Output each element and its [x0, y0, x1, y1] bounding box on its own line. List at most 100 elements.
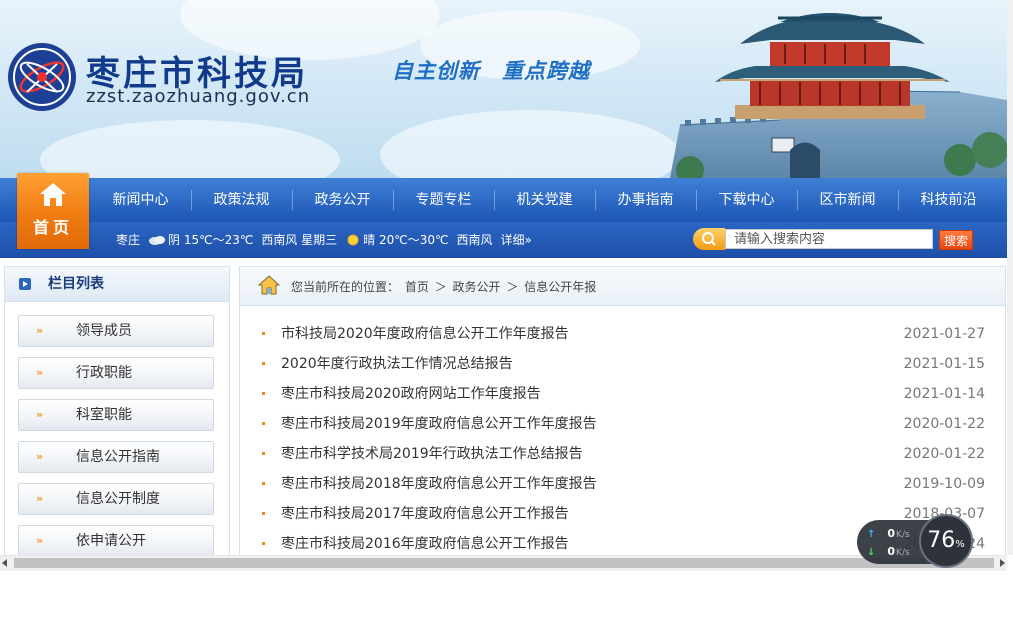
nav-item-frontier[interactable]: 科技前沿 [898, 178, 999, 222]
bullet-icon [262, 542, 265, 545]
breadcrumb-prefix: 您当前所在的位置： [291, 280, 400, 294]
weather-today-wind: 西南风 星期三 [261, 233, 338, 247]
sidebar-header: 栏目列表 [5, 267, 229, 302]
weather-today: 阴 15℃～23℃ [168, 233, 254, 247]
breadcrumb-item-current[interactable]: 信息公开年报 [524, 280, 596, 294]
sidebar-item-disclosure-guide[interactable]: » 信息公开指南 [18, 441, 214, 473]
list-item[interactable]: 2020年度行政执法工作情况总结报告 2021-01-15 [240, 349, 1005, 379]
list-item[interactable]: 枣庄市科技局2018年度政府信息公开工作年度报告 2019-10-09 [240, 469, 1005, 499]
list-item[interactable]: 枣庄市科技局2020政府网站工作年度报告 2021-01-14 [240, 379, 1005, 409]
article-title[interactable]: 枣庄市科技局2018年度政府信息公开工作年度报告 [281, 469, 597, 499]
article-title[interactable]: 2020年度行政执法工作情况总结报告 [281, 349, 513, 379]
header-banner: 枣庄市科技局 zzst.zaozhuang.gov.cn 自主创新 重点跨越 [0, 0, 1007, 178]
memory-usage-gauge[interactable]: 76% [919, 514, 973, 568]
sidebar-item-label: 信息公开指南 [76, 449, 160, 465]
nav-item-download[interactable]: 下载中心 [696, 178, 797, 222]
play-square-icon [19, 278, 31, 290]
upload-speed-unit: K/s [896, 530, 910, 540]
download-speed: ↓ 0K/s [867, 545, 910, 558]
scroll-right-arrow-icon[interactable] [1000, 559, 1005, 567]
double-chevron-right-icon: » [36, 492, 44, 505]
bullet-icon [262, 452, 265, 455]
weather-city: 枣庄 [116, 233, 141, 247]
breadcrumb-separator: ＞ [506, 280, 519, 294]
home-icon [258, 275, 280, 295]
memory-usage-sign: % [955, 539, 965, 550]
double-chevron-right-icon: » [36, 408, 44, 421]
scrollbar-thumb[interactable] [14, 558, 994, 568]
article-title[interactable]: 枣庄市科技局2019年度政府信息公开工作年度报告 [281, 409, 597, 439]
nav-home-tab[interactable]: 首页 [17, 173, 89, 249]
search-button[interactable]: 搜索 [939, 230, 973, 250]
double-chevron-right-icon: » [36, 450, 44, 463]
sidebar-item-leaders[interactable]: » 领导成员 [18, 315, 214, 347]
nav-item-party[interactable]: 机关党建 [494, 178, 595, 222]
city-gate-tower-image [670, 13, 1007, 178]
article-title[interactable]: 市科技局2020年度政府信息公开工作年度报告 [281, 319, 569, 349]
nav-item-topics[interactable]: 专题专栏 [393, 178, 494, 222]
bullet-icon [262, 512, 265, 515]
page: 枣庄市科技局 zzst.zaozhuang.gov.cn 自主创新 重点跨越 首… [0, 0, 1007, 555]
sidebar-item-label: 依申请公开 [76, 533, 146, 549]
slogan: 自主创新 重点跨越 [392, 59, 590, 83]
sidebar-item-on-request[interactable]: » 依申请公开 [18, 525, 214, 555]
nav-item-policy[interactable]: 政策法规 [191, 178, 292, 222]
article-title[interactable]: 枣庄市科学技术局2019年行政执法工作总结报告 [281, 439, 583, 469]
list-item[interactable]: 枣庄市科技局2019年度政府信息公开工作年度报告 2020-01-22 [240, 409, 1005, 439]
breadcrumb-item-gov-affairs[interactable]: 政务公开 [453, 280, 501, 294]
site-logo-icon[interactable] [7, 42, 77, 112]
site-domain: zzst.zaozhuang.gov.cn [86, 86, 311, 107]
download-speed-unit: K/s [896, 548, 910, 558]
article-date: 2021-01-14 [903, 386, 985, 402]
bullet-icon [262, 482, 265, 485]
article-date: 2019-10-09 [903, 476, 985, 492]
weather-detail-link[interactable]: 详细» [500, 222, 531, 258]
bullet-icon [262, 422, 265, 425]
article-date: 2020-01-22 [903, 446, 985, 462]
search-input[interactable] [725, 229, 933, 249]
sidebar-item-departments[interactable]: » 科室职能 [18, 399, 214, 431]
main-content: 您当前所在的位置： 首页 ＞ 政务公开 ＞ 信息公开年报 市科技局2020年度政… [239, 266, 1006, 555]
arrow-up-icon: ↑ [867, 529, 876, 540]
double-chevron-right-icon: » [36, 366, 44, 379]
article-title[interactable]: 枣庄市科技局2017年度政府信息公开工作报告 [281, 499, 569, 529]
upload-speed: ↑ 0K/s [867, 527, 910, 540]
memory-usage-text: 76% [921, 516, 971, 570]
breadcrumb-item-home[interactable]: 首页 [405, 280, 429, 294]
list-item[interactable]: 市科技局2020年度政府信息公开工作年度报告 2021-01-27 [240, 319, 1005, 349]
nav-item-news[interactable]: 新闻中心 [90, 178, 191, 222]
article-date: 2021-01-15 [903, 356, 985, 372]
nav-home-label: 首页 [32, 218, 73, 237]
nav-menu: 新闻中心 政策法规 政务公开 专题专栏 机关党建 办事指南 下载中心 区市新闻 … [90, 178, 999, 222]
bullet-icon [262, 362, 265, 365]
arrow-down-icon: ↓ [867, 547, 876, 558]
nav-item-gov-affairs[interactable]: 政务公开 [292, 178, 393, 222]
breadcrumb-separator: ＞ [434, 280, 447, 294]
article-date: 2021-01-27 [903, 326, 985, 342]
bullet-icon [262, 392, 265, 395]
double-chevron-right-icon: » [36, 324, 44, 337]
article-title[interactable]: 枣庄市科技局2016年度政府信息公开工作报告 [281, 529, 569, 555]
scroll-left-arrow-icon[interactable] [2, 559, 7, 567]
horizontal-scrollbar[interactable] [0, 555, 1007, 571]
sunny-icon [347, 234, 359, 246]
search-icon[interactable] [693, 228, 725, 250]
nav-item-district-news[interactable]: 区市新闻 [797, 178, 898, 222]
breadcrumb: 您当前所在的位置： 首页 ＞ 政务公开 ＞ 信息公开年报 [240, 267, 1005, 306]
article-date: 2020-01-22 [903, 416, 985, 432]
article-title[interactable]: 枣庄市科技局2020政府网站工作年度报告 [281, 379, 541, 409]
nav-item-guide[interactable]: 办事指南 [595, 178, 696, 222]
weather-tomorrow: 晴 20℃～30℃ [363, 233, 449, 247]
left-sidebar: 栏目列表 » 领导成员 » 行政职能 » 科室职能 » 信息公开指南 » 信息公… [4, 266, 230, 555]
list-item[interactable]: 枣庄市科学技术局2019年行政执法工作总结报告 2020-01-22 [240, 439, 1005, 469]
home-icon [40, 183, 66, 206]
download-speed-value: 0 [887, 545, 896, 558]
upload-speed-value: 0 [887, 527, 896, 540]
sidebar-item-functions[interactable]: » 行政职能 [18, 357, 214, 389]
vertical-scrollbar[interactable] [1007, 0, 1013, 555]
sidebar-item-label: 信息公开制度 [76, 491, 160, 507]
double-chevron-right-icon: » [36, 534, 44, 547]
sidebar-item-disclosure-rules[interactable]: » 信息公开制度 [18, 483, 214, 515]
breadcrumb-trail: 您当前所在的位置： 首页 ＞ 政务公开 ＞ 信息公开年报 [291, 267, 598, 307]
search-box: 搜索 [693, 228, 981, 252]
